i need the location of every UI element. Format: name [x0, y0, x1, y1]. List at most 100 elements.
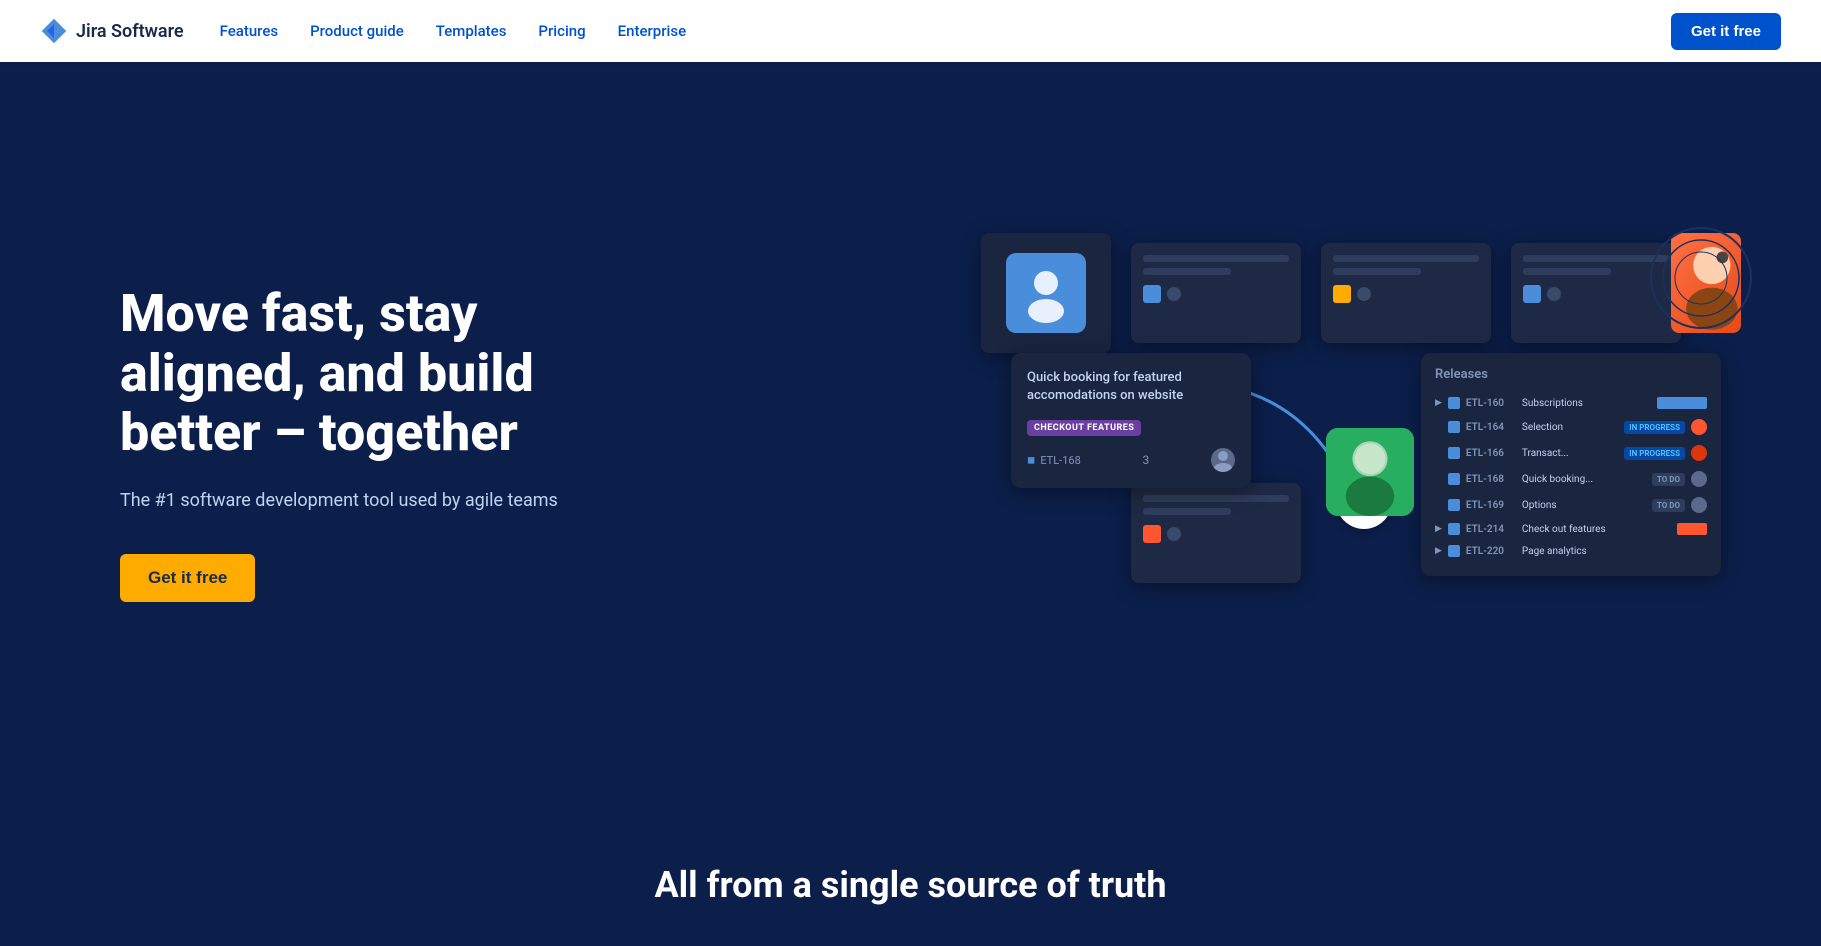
release-id-1: ETL-164 [1466, 422, 1516, 433]
release-icon-1 [1448, 421, 1460, 433]
dot-orange [1143, 525, 1161, 543]
dot-blue-2 [1523, 285, 1541, 303]
release-id-6: ETL-220 [1466, 546, 1516, 557]
user-avatar-icon [1211, 448, 1235, 472]
jira-ticket-icon: ◼ [1027, 455, 1035, 466]
bottom-title: All from a single source of truth [40, 864, 1781, 906]
release-arrow-0: ▶ [1435, 398, 1442, 408]
release-icon-3 [1448, 473, 1460, 485]
nav-cta-button[interactable]: Get it free [1671, 13, 1781, 50]
bottom-section: All from a single source of truth [0, 804, 1821, 946]
green-avatar-card [1326, 428, 1414, 516]
release-bar-5 [1677, 523, 1707, 535]
release-name-3: Quick booking... [1522, 474, 1646, 485]
release-name-4: Options [1522, 500, 1646, 511]
release-bar-0 [1657, 397, 1707, 409]
logo-text: Jira Software [76, 21, 184, 42]
card-lines-2 [1333, 255, 1479, 275]
ticket-card-2 [1321, 243, 1491, 343]
nav-link-pricing[interactable]: Pricing [538, 22, 585, 40]
release-status-4: TO DO [1652, 499, 1685, 512]
card-dots-1 [1143, 285, 1289, 303]
release-name-2: Transact... [1522, 448, 1618, 459]
release-item-3: ▶ ETL-168 Quick booking... TO DO [1435, 466, 1707, 492]
hero-cta-button[interactable]: Get it free [120, 554, 255, 602]
ticket-card-1 [1131, 243, 1301, 343]
logo[interactable]: Jira Software [40, 17, 184, 45]
release-id-3: ETL-168 [1466, 474, 1516, 485]
release-name-0: Subscriptions [1522, 398, 1651, 409]
nav-link-enterprise[interactable]: Enterprise [618, 22, 686, 40]
nav-links: Features Product guide Templates Pricing… [220, 22, 687, 40]
card-lines-1 [1143, 255, 1289, 275]
issue-badge: CHECKOUT FEATURES [1027, 420, 1141, 436]
release-item-5: ▶ ETL-214 Check out features [1435, 518, 1707, 540]
release-icon-5 [1448, 523, 1460, 535]
release-id-0: ETL-160 [1466, 398, 1516, 409]
release-name-5: Check out features [1522, 524, 1671, 535]
line-short [1143, 268, 1231, 275]
release-item-4: ▶ ETL-169 Options TO DO [1435, 492, 1707, 518]
deco-circles-svg [1646, 218, 1756, 338]
release-avatar-2 [1691, 445, 1707, 461]
dot-gray-b [1167, 527, 1181, 541]
line-short-3 [1523, 268, 1611, 275]
nav-link-features[interactable]: Features [220, 22, 278, 40]
hero-illustration: Quick booking for featured accomodations… [981, 233, 1741, 653]
issue-user-avatar [1211, 448, 1235, 472]
dot-gray-2 [1357, 287, 1371, 301]
line-full [1143, 255, 1289, 262]
issue-footer: ◼ ETL-168 3 [1027, 448, 1235, 472]
release-id-2: ETL-166 [1466, 448, 1516, 459]
nav-link-product-guide[interactable]: Product guide [310, 22, 404, 40]
dot-blue-1 [1143, 285, 1161, 303]
release-status-2: IN PROGRESS [1624, 447, 1685, 460]
main-issue-card: Quick booking for featured accomodations… [1011, 353, 1251, 488]
release-name-6: Page analytics [1522, 546, 1707, 557]
dot-gray-3 [1547, 287, 1561, 301]
jira-logo-icon [40, 17, 68, 45]
release-item-2: ▶ ETL-166 Transact... IN PROGRESS [1435, 440, 1707, 466]
hero-text-block: Move fast, stay aligned, and build bette… [120, 284, 620, 602]
release-icon-2 [1448, 447, 1460, 459]
release-arrow-5: ▶ [1435, 524, 1442, 534]
release-status-1: IN PROGRESS [1624, 421, 1685, 434]
release-icon-0 [1448, 397, 1460, 409]
dot-yellow-1 [1333, 285, 1351, 303]
avatar-blue-box [1006, 253, 1086, 333]
hero-subtitle: The #1 software development tool used by… [120, 487, 620, 514]
navbar: Jira Software Features Product guide Tem… [0, 0, 1821, 62]
hero-section: Move fast, stay aligned, and build bette… [0, 0, 1821, 946]
hero-title: Move fast, stay aligned, and build bette… [120, 284, 620, 463]
release-id-4: ETL-169 [1466, 500, 1516, 511]
release-icon-6 [1448, 545, 1460, 557]
release-status-3: TO DO [1652, 473, 1685, 486]
release-name-1: Selection [1522, 422, 1618, 433]
releases-title: Releases [1435, 367, 1707, 382]
issue-id-text: ETL-168 [1040, 454, 1080, 467]
release-item-0: ▶ ETL-160 Subscriptions [1435, 392, 1707, 414]
avatar-card [981, 233, 1111, 353]
release-arrow-6: ▶ [1435, 546, 1442, 556]
issue-id-block: ◼ ETL-168 [1027, 454, 1081, 467]
release-avatar-1 [1691, 419, 1707, 435]
release-id-5: ETL-214 [1466, 524, 1516, 535]
nav-left: Jira Software Features Product guide Tem… [40, 17, 686, 45]
card-dots-2 [1333, 285, 1479, 303]
nav-link-templates[interactable]: Templates [436, 22, 507, 40]
line-short-2 [1333, 268, 1421, 275]
release-item-1: ▶ ETL-164 Selection IN PROGRESS [1435, 414, 1707, 440]
green-person-icon [1326, 428, 1414, 516]
dot-gray-1 [1167, 287, 1181, 301]
release-avatar-4 [1691, 497, 1707, 513]
releases-panel: Releases ▶ ETL-160 Subscriptions ▶ ETL-1… [1421, 353, 1721, 576]
line-full-2 [1333, 255, 1479, 262]
card-dots-bottom [1143, 525, 1289, 543]
person-icon [1016, 263, 1076, 323]
issue-title: Quick booking for featured accomodations… [1027, 369, 1235, 405]
issue-count: 3 [1143, 453, 1150, 467]
hero-content: Move fast, stay aligned, and build bette… [0, 62, 1821, 804]
release-avatar-3 [1691, 471, 1707, 487]
release-icon-4 [1448, 499, 1460, 511]
release-item-6: ▶ ETL-220 Page analytics [1435, 540, 1707, 562]
